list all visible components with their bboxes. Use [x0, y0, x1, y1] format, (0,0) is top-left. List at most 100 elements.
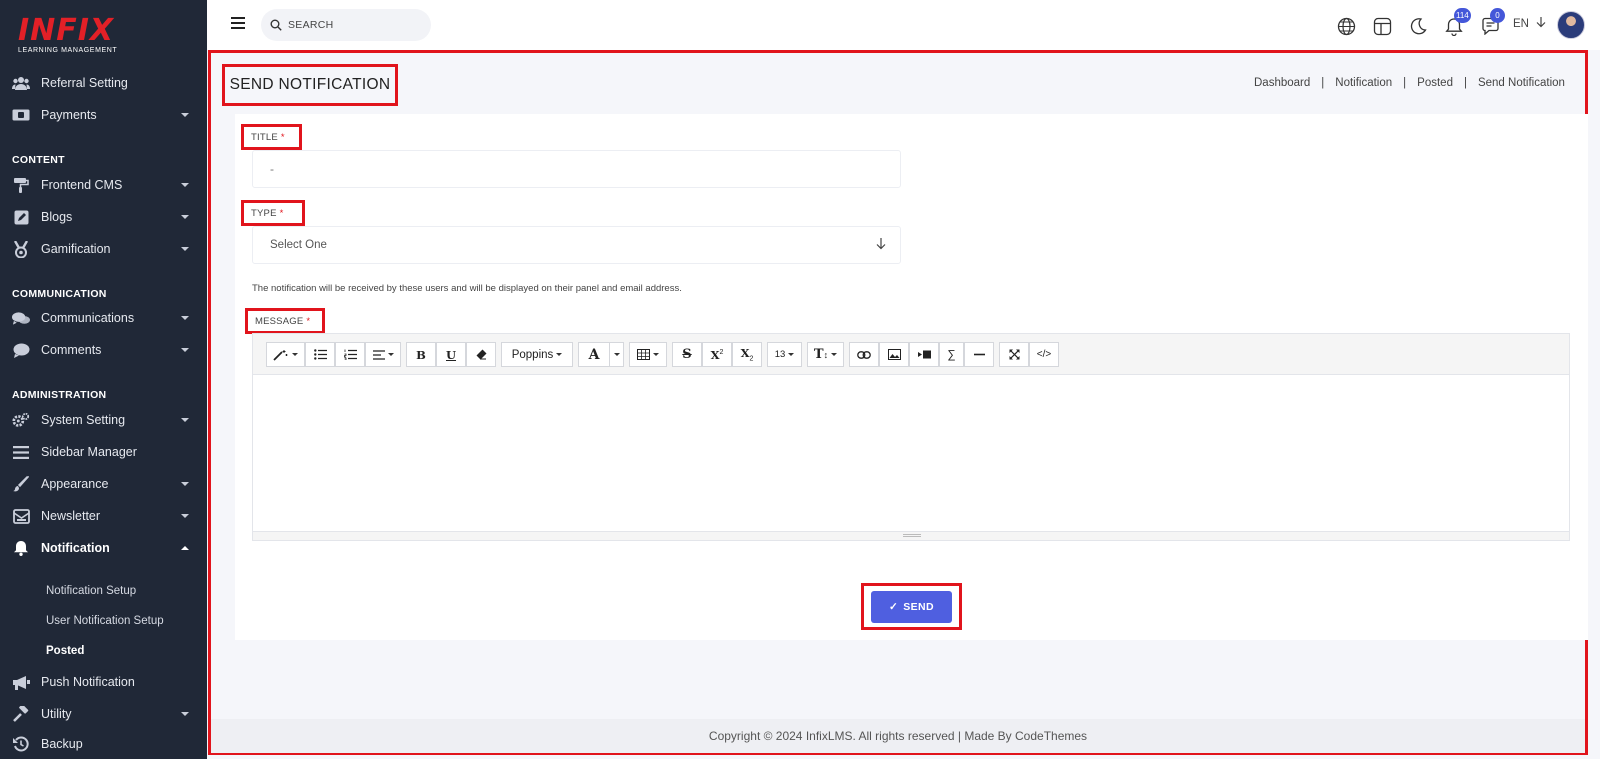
sidebar-item-push-notification[interactable]: Push Notification — [0, 668, 207, 696]
breadcrumb-posted[interactable]: Posted — [1417, 77, 1453, 89]
sidebar-item-backup[interactable]: Backup — [0, 730, 207, 758]
align-left-icon — [372, 349, 385, 360]
sidebar-item-comments[interactable]: Comments — [0, 336, 207, 364]
sidebar-item-label: Appearance — [41, 477, 109, 491]
title-label: TITLE * — [241, 124, 302, 150]
layout-icon[interactable] — [1371, 15, 1393, 37]
subscript-icon: X2 — [740, 346, 754, 363]
backup-icon — [12, 735, 30, 753]
underline-button[interactable]: U — [436, 342, 466, 367]
search-input[interactable] — [288, 16, 423, 34]
arrow-down-icon — [876, 238, 886, 250]
required-mark: * — [280, 131, 285, 143]
sidebar-item-sidebar-manager[interactable]: Sidebar Manager — [0, 438, 207, 466]
bold-button[interactable]: B — [406, 342, 436, 367]
footer-copyright: Copyright © 2024 InfixLMS. All rights re… — [708, 729, 1088, 743]
image-button[interactable] — [879, 342, 909, 367]
sidebar-item-label: Sidebar Manager — [41, 445, 137, 459]
code-view-button[interactable]: </> — [1029, 342, 1059, 367]
search-bar[interactable] — [261, 9, 431, 41]
logo[interactable]: INFIX LEARNING MANAGEMENT — [18, 16, 128, 60]
title-field[interactable] — [252, 150, 901, 188]
sidebar-item-system-setting[interactable]: System Setting — [0, 406, 207, 434]
line-height-button[interactable]: T↕ — [807, 342, 844, 367]
sidebar-item-label: Push Notification — [41, 675, 135, 689]
notifications-bell-icon[interactable]: 114 — [1443, 8, 1471, 37]
hammer-icon — [12, 705, 30, 723]
sidebar-subitem-posted[interactable]: Posted — [46, 645, 84, 657]
chat-icon — [12, 309, 30, 327]
type-select[interactable]: Select One — [252, 226, 901, 264]
logo-brand: INFIX — [18, 13, 115, 48]
sidebar-subitem-user-notification-setup[interactable]: User Notification Setup — [46, 615, 164, 627]
message-textarea[interactable] — [253, 375, 1569, 533]
eraser-icon — [476, 349, 486, 360]
title-input[interactable] — [253, 151, 900, 187]
language-selector[interactable]: EN — [1513, 17, 1546, 30]
chevron-down-icon — [181, 215, 189, 219]
subscript-button[interactable]: X2 — [732, 342, 762, 367]
font-size-value: 13 — [774, 349, 786, 360]
sidebar-item-blogs[interactable]: Blogs — [0, 203, 207, 231]
code-icon: </> — [1036, 349, 1052, 360]
sidebar-item-notification[interactable]: Notification — [0, 534, 207, 562]
sidebar-item-utility[interactable]: Utility — [0, 700, 207, 728]
chevron-down-icon — [181, 418, 189, 422]
breadcrumb-notification[interactable]: Notification — [1335, 77, 1392, 89]
sidebar-item-referral-setting[interactable]: Referral Setting — [0, 69, 207, 97]
notification-count-badge: 114 — [1454, 8, 1471, 23]
dark-mode-icon[interactable] — [1407, 15, 1429, 37]
gears-icon — [12, 411, 30, 429]
editor-resize-handle[interactable] — [253, 531, 1569, 540]
sigma-icon: ∑ — [947, 348, 956, 361]
type-label: TYPE * — [241, 200, 305, 226]
chevron-down-icon — [181, 113, 189, 117]
font-family-value: Poppins — [511, 348, 554, 361]
clear-format-button[interactable] — [466, 342, 496, 367]
paragraph-align-button[interactable] — [365, 342, 401, 367]
font-size-select[interactable]: 13 — [767, 342, 802, 367]
chevron-down-icon — [181, 348, 189, 352]
strikethrough-button[interactable]: S — [672, 342, 702, 367]
send-button[interactable]: ✓ SEND — [871, 591, 952, 623]
messages-icon[interactable]: 0 — [1479, 8, 1505, 37]
magic-wand-icon — [273, 349, 288, 361]
text-color-dropdown[interactable] — [609, 342, 624, 367]
sidebar-item-appearance[interactable]: Appearance — [0, 470, 207, 498]
sidebar-item-newsletter[interactable]: Newsletter — [0, 502, 207, 530]
sidebar-item-label: Notification — [41, 541, 110, 555]
section-label-content: CONTENT — [12, 154, 65, 166]
language-code: EN — [1513, 18, 1529, 30]
globe-icon[interactable] — [1335, 15, 1357, 37]
edit-icon — [12, 208, 30, 226]
sidebar-item-communications[interactable]: Communications — [0, 304, 207, 332]
superscript-button[interactable]: X2 — [702, 342, 732, 367]
math-button[interactable]: ∑ — [939, 342, 964, 367]
link-button[interactable] — [849, 342, 879, 367]
fullscreen-button[interactable] — [999, 342, 1029, 367]
recipient-hint-text: The notification will be received by the… — [252, 283, 682, 294]
font-family-select[interactable]: Poppins — [501, 342, 573, 367]
user-avatar[interactable] — [1557, 11, 1585, 39]
sidebar-item-frontend-cms[interactable]: Frontend CMS — [0, 171, 207, 199]
page-title: SEND NOTIFICATION — [222, 64, 398, 106]
sidebar-item-gamification[interactable]: Gamification — [0, 235, 207, 263]
horizontal-rule-button[interactable] — [964, 342, 994, 367]
video-button[interactable] — [909, 342, 939, 367]
line-height-icon: T↕ — [813, 347, 829, 362]
message-label: MESSAGE * — [245, 308, 325, 334]
footer: Copyright © 2024 InfixLMS. All rights re… — [211, 719, 1585, 753]
ordered-list-button[interactable] — [335, 342, 365, 367]
text-color-button[interactable]: A — [578, 342, 610, 367]
medal-icon — [12, 240, 30, 258]
menu-toggle-icon[interactable] — [231, 17, 245, 29]
sidebar-item-label: Communications — [41, 311, 135, 325]
table-button[interactable] — [629, 342, 667, 367]
sidebar-item-payments[interactable]: Payments — [0, 101, 207, 129]
type-select-value: Select One — [270, 239, 327, 251]
bell-icon — [12, 539, 30, 557]
breadcrumb-dashboard[interactable]: Dashboard — [1254, 77, 1310, 89]
unordered-list-button[interactable] — [305, 342, 335, 367]
sidebar-subitem-notification-setup[interactable]: Notification Setup — [46, 585, 136, 597]
magic-style-button[interactable] — [266, 342, 305, 367]
